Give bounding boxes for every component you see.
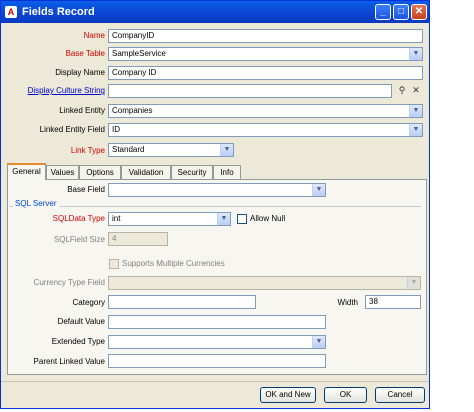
default-value-label: Default Value [57, 317, 105, 326]
sql-data-type-label: SQLData Type [52, 214, 105, 223]
link-type-value: Standard [112, 145, 145, 154]
currency-type-field-label: Currency Type Field [33, 278, 105, 287]
sql-field-size-input[interactable]: 4 [108, 232, 168, 246]
chevron-down-icon[interactable]: ▼ [220, 144, 233, 156]
tab-security[interactable]: Security [171, 165, 213, 179]
sql-data-type-select[interactable]: int ▼ [108, 212, 231, 226]
tab-validation[interactable]: Validation [121, 165, 171, 179]
tab-options[interactable]: Options [79, 165, 121, 179]
title-bar[interactable]: A Fields Record _ □ ✕ [1, 1, 429, 23]
name-input[interactable]: CompanyID [108, 29, 423, 43]
chevron-down-icon[interactable]: ▼ [217, 213, 230, 225]
base-table-value: SampleService [112, 49, 166, 58]
base-field-select[interactable]: ▼ [108, 183, 326, 197]
sql-field-size-label: SQLField Size [53, 235, 105, 244]
allow-null-checkbox[interactable] [237, 214, 247, 224]
display-culture-input[interactable] [108, 84, 392, 98]
extended-type-select[interactable]: ▼ [108, 335, 326, 349]
clear-icon[interactable]: ✕ [410, 84, 422, 96]
tab-general[interactable]: General [7, 163, 46, 180]
name-label: Name [83, 31, 105, 40]
sql-data-type-value: int [112, 214, 121, 223]
linked-entity-field-value: ID [112, 125, 120, 134]
supports-multi-currency-label: Supports Multiple Currencies [122, 259, 225, 268]
linked-entity-field-select[interactable]: ID ▼ [108, 123, 423, 137]
linked-entity-label: Linked Entity [59, 106, 105, 115]
width-label: Width [337, 298, 358, 307]
chevron-down-icon[interactable]: ▼ [409, 48, 422, 60]
base-table-select[interactable]: SampleService ▼ [108, 47, 423, 61]
linked-entity-value: Companies [112, 106, 153, 115]
chevron-down-icon[interactable]: ▼ [312, 184, 325, 196]
chevron-down-icon[interactable]: ▼ [409, 105, 422, 117]
allow-null-label: Allow Null [250, 214, 286, 223]
linked-entity-select[interactable]: Companies ▼ [108, 104, 423, 118]
fields-record-window: A Fields Record _ □ ✕ Name CompanyID Bas… [0, 0, 430, 409]
base-field-label: Base Field [67, 185, 105, 194]
binoculars-icon[interactable]: ⚲ [396, 84, 408, 96]
currency-type-field-select[interactable]: ▼ [108, 276, 421, 290]
display-name-label: Display Name [55, 68, 105, 77]
app-icon: A [5, 6, 17, 18]
link-type-select[interactable]: Standard ▼ [108, 143, 234, 157]
footer-separator [1, 381, 429, 382]
default-value-input[interactable] [108, 315, 326, 329]
chevron-down-icon[interactable]: ▼ [409, 124, 422, 136]
chevron-down-icon: ▼ [407, 277, 420, 289]
chevron-down-icon[interactable]: ▼ [312, 336, 325, 348]
maximize-button[interactable]: □ [393, 4, 409, 20]
sql-server-group-title: SQL Server [13, 199, 59, 208]
category-label: Category [72, 298, 105, 307]
width-input[interactable]: 38 [365, 295, 421, 309]
linked-entity-field-label: Linked Entity Field [39, 125, 105, 134]
category-input[interactable] [108, 295, 256, 309]
minimize-button[interactable]: _ [375, 4, 391, 20]
link-type-label: Link Type [70, 146, 105, 155]
cancel-button[interactable]: Cancel [375, 387, 425, 403]
parent-linked-value-input[interactable] [108, 354, 326, 368]
tab-info[interactable]: Info [213, 165, 241, 179]
base-table-label: Base Table [65, 49, 105, 58]
extended-type-label: Extended Type [51, 337, 105, 346]
display-name-input[interactable]: Company ID [108, 66, 423, 80]
parent-linked-value-label: Parent Linked Value [33, 357, 105, 366]
tab-values[interactable]: Values [46, 165, 79, 179]
display-culture-link[interactable]: Display Culture String [28, 86, 105, 95]
supports-multi-currency-checkbox[interactable] [109, 259, 119, 269]
ok-button[interactable]: OK [324, 387, 367, 403]
ok-and-new-button[interactable]: OK and New [260, 387, 316, 403]
window-title: Fields Record [22, 6, 95, 18]
close-button[interactable]: ✕ [411, 4, 427, 20]
